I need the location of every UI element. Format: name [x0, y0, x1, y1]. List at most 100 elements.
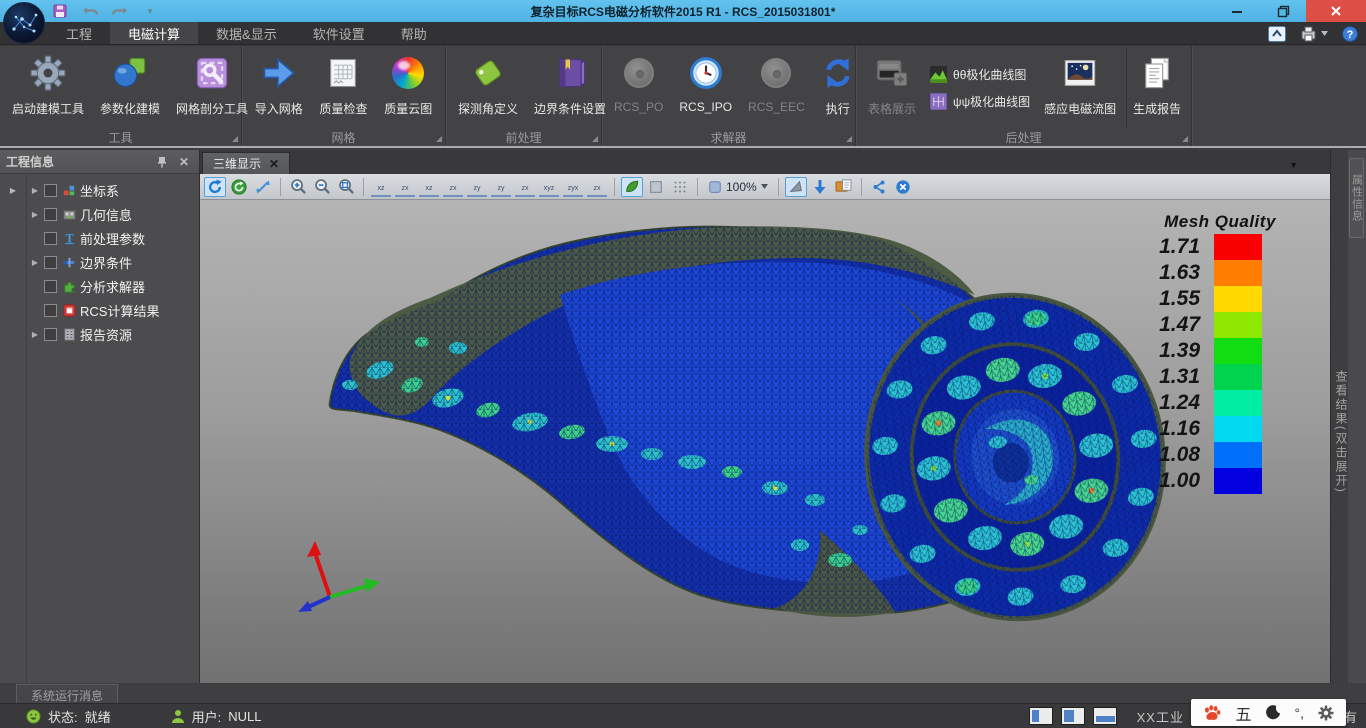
svg-text:T: T	[65, 231, 73, 245]
drop-down-view-button[interactable]	[809, 177, 831, 197]
tree-checkbox[interactable]	[44, 208, 57, 221]
tree-item-coordinate-system[interactable]: ▶ ▶ 坐标系	[0, 178, 199, 202]
3d-viewport[interactable]: Mesh Quality 1.71 1.63 1.55 1.47 1.39 1.…	[200, 200, 1330, 683]
rcs-eec-button[interactable]: RCS_EEC	[742, 48, 811, 128]
zoom-in-button[interactable]	[287, 177, 309, 197]
tree-item-boundary-condition[interactable]: ▶ 边界条件	[0, 250, 199, 274]
view-orientation-button-9[interactable]: zyx	[563, 177, 583, 197]
legend-row: 1.55	[1140, 286, 1300, 312]
view-orientation-button-8[interactable]: xyz	[539, 177, 559, 197]
menu-tab-data-display[interactable]: 数据&显示	[198, 22, 295, 44]
execute-button[interactable]: 执行	[815, 48, 861, 128]
view-orientation-button-10[interactable]: zx	[587, 177, 607, 197]
menu-tab-em-compute[interactable]: 电磁计算	[110, 22, 198, 44]
layout-split-panel-button[interactable]	[1061, 707, 1085, 725]
scene-folder-button[interactable]	[833, 177, 855, 197]
zoom-out-button[interactable]	[311, 177, 333, 197]
tree-item-report-resources[interactable]: ▶ 报告资源	[0, 322, 199, 346]
induced-current-map-button[interactable]: 感应电磁流图	[1038, 48, 1122, 128]
zoom-fit-button[interactable]	[335, 177, 357, 197]
close-view-button[interactable]	[892, 177, 914, 197]
tree-checkbox[interactable]	[44, 256, 57, 269]
group-expand-icon[interactable]	[232, 136, 238, 142]
print-preview-icon[interactable]	[1300, 26, 1328, 42]
expander-icon[interactable]: ▶	[26, 258, 44, 267]
window-title: 复杂目标RCS电磁分析软件2015 R1 - RCS_2015031801*	[0, 3, 1366, 20]
tree-checkbox[interactable]	[44, 328, 57, 341]
view-orientation-button-3[interactable]: xz	[419, 177, 439, 197]
probe-angle-button[interactable]: 探测角定义	[452, 48, 524, 128]
ime-settings-gear-icon[interactable]	[1318, 705, 1334, 721]
results-side-tab[interactable]: 查看结果(双击展开)	[1330, 150, 1348, 683]
ime-paw-icon[interactable]	[1203, 704, 1221, 722]
ime-mode-character[interactable]: 五	[1235, 701, 1251, 725]
wireframe-mode-button[interactable]	[645, 177, 667, 197]
view-orientation-button-6[interactable]: zy	[491, 177, 511, 197]
parametric-modeling-button[interactable]: 参数化建模	[94, 48, 166, 128]
theta-polarization-curve-button[interactable]: θθ极化曲线图	[930, 66, 1030, 83]
group-expand-icon[interactable]	[592, 136, 598, 142]
layout-bottom-panel-button[interactable]	[1093, 707, 1117, 725]
rotate-tool-button[interactable]	[204, 177, 226, 197]
tab-close-icon[interactable]: ✕	[269, 157, 279, 171]
table-display-button[interactable]: 表格展示	[862, 48, 922, 128]
tab-3d-display[interactable]: 三维显示 ✕	[202, 152, 290, 174]
generate-report-button[interactable]: 生成报告	[1126, 48, 1187, 128]
view-orientation-button-5[interactable]: zy	[467, 177, 487, 197]
help-icon[interactable]: ?	[1342, 26, 1358, 42]
tree-checkbox[interactable]	[44, 184, 57, 197]
ribbon-group-preprocess: 探测角定义 边界条件设置 前处理	[446, 46, 602, 146]
orbit-tool-button[interactable]	[228, 177, 250, 197]
expander-icon[interactable]: ▶	[26, 330, 44, 339]
launch-modeling-tool-button[interactable]: 启动建模工具	[6, 48, 90, 128]
view-orientation-button-4[interactable]: zx	[443, 177, 463, 197]
boundary-settings-button[interactable]: 边界条件设置	[528, 48, 612, 128]
expander-icon[interactable]: ▶	[26, 210, 44, 219]
tree-checkbox[interactable]	[44, 280, 57, 293]
tree-checkbox[interactable]	[44, 232, 57, 245]
import-mesh-button[interactable]: 导入网格	[249, 48, 309, 128]
clip-plane-button[interactable]	[785, 177, 807, 197]
quality-cloud-map-button[interactable]: 质量云图	[378, 48, 438, 128]
pin-icon[interactable]	[157, 156, 175, 168]
gear-icon	[30, 52, 66, 94]
viewport-tab-bar: 三维显示 ✕ ▼	[200, 150, 1330, 174]
quality-check-button[interactable]: 质量检查	[313, 48, 373, 128]
restore-button[interactable]	[1260, 0, 1306, 22]
menu-tab-project[interactable]: 工程	[48, 22, 110, 44]
app-logo[interactable]	[3, 2, 45, 44]
properties-side-tab[interactable]: 属性信息	[1349, 158, 1364, 238]
shaded-mode-button[interactable]	[621, 177, 643, 197]
psi-polarization-curve-button[interactable]: ψψ极化曲线图	[930, 93, 1030, 110]
view-orientation-button-1[interactable]: xz	[371, 177, 391, 197]
layout-left-panel-button[interactable]	[1029, 707, 1053, 725]
knob-icon	[624, 52, 654, 94]
share-view-button[interactable]	[868, 177, 890, 197]
ime-punctuation[interactable]: °,	[1295, 705, 1305, 721]
ime-moon-icon[interactable]	[1266, 705, 1281, 720]
close-panel-icon[interactable]: ✕	[175, 155, 193, 169]
collapse-ribbon-icon[interactable]	[1268, 26, 1286, 42]
tab-overflow-dropdown-icon[interactable]: ▼	[1289, 160, 1298, 170]
tree-item-preprocess-params[interactable]: T 前处理参数	[0, 226, 199, 250]
tree-checkbox[interactable]	[44, 304, 57, 317]
rcs-po-button[interactable]: RCS_PO	[608, 48, 669, 128]
menu-tab-settings[interactable]: 软件设置	[295, 22, 383, 44]
tree-item-solver[interactable]: 分析求解器	[0, 274, 199, 298]
group-expand-icon[interactable]	[436, 136, 442, 142]
tree-item-rcs-results[interactable]: RCS计算结果	[0, 298, 199, 322]
group-expand-icon[interactable]	[1182, 136, 1188, 142]
menu-tab-help[interactable]: 帮助	[383, 22, 445, 44]
points-mode-button[interactable]	[669, 177, 691, 197]
zoom-level-control[interactable]: 100%	[704, 180, 772, 194]
expander-icon[interactable]: ▶	[26, 186, 44, 195]
group-expand-icon[interactable]	[846, 136, 852, 142]
report-resource-icon	[62, 326, 80, 342]
close-button[interactable]	[1306, 0, 1366, 22]
tree-item-geometry-info[interactable]: ▶ 几何信息	[0, 202, 199, 226]
rcs-ipo-button[interactable]: RCS_IPO	[673, 48, 738, 128]
view-orientation-button-2[interactable]: zx	[395, 177, 415, 197]
minimize-button[interactable]	[1214, 0, 1260, 22]
pan-tool-button[interactable]	[252, 177, 274, 197]
view-orientation-button-7[interactable]: zx	[515, 177, 535, 197]
